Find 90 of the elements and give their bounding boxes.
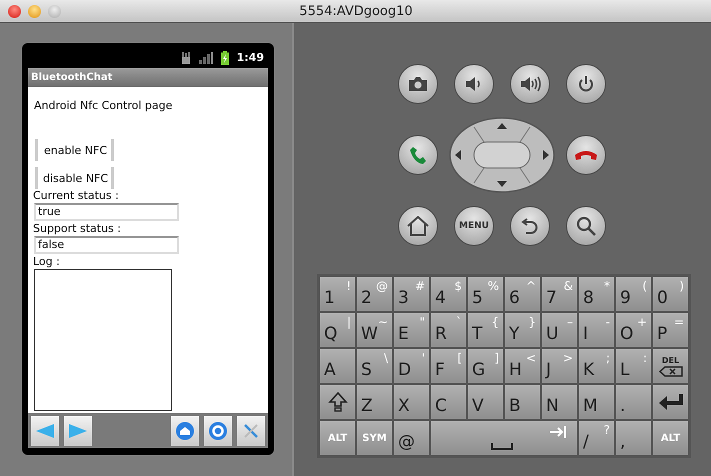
phone-handset-icon bbox=[408, 145, 428, 165]
app-title: BluetoothChat bbox=[31, 72, 112, 83]
tab-icon bbox=[549, 426, 567, 438]
keyboard-key[interactable]: 1 ! bbox=[319, 276, 356, 312]
keyboard-key[interactable]: J > bbox=[541, 348, 578, 384]
search-button[interactable] bbox=[566, 206, 606, 246]
keyboard-key[interactable] bbox=[652, 384, 689, 420]
keyboard-key[interactable]: 7 & bbox=[541, 276, 578, 312]
keyboard-key[interactable]: P = bbox=[652, 312, 689, 348]
home-icon bbox=[407, 216, 429, 236]
keyboard-key[interactable]: U – bbox=[541, 312, 578, 348]
call-button[interactable] bbox=[398, 135, 438, 175]
keyboard-key[interactable]: 9 ( bbox=[615, 276, 652, 312]
keyboard-key[interactable]: C bbox=[430, 384, 467, 420]
status-field[interactable]: true bbox=[34, 203, 179, 221]
keyboard-key[interactable]: N bbox=[541, 384, 578, 420]
backspace-icon bbox=[658, 366, 682, 376]
keyboard-key[interactable]: B bbox=[504, 384, 541, 420]
keyboard-key[interactable]: X bbox=[393, 384, 430, 420]
keyboard-key[interactable]: R ` bbox=[430, 312, 467, 348]
dpad[interactable] bbox=[449, 117, 555, 193]
keyboard-key[interactable] bbox=[319, 384, 356, 420]
keyboard-key[interactable]: Q | bbox=[319, 312, 356, 348]
keyboard-key[interactable]: G ] bbox=[467, 348, 504, 384]
field-label: Support status : bbox=[33, 222, 121, 235]
shift-icon bbox=[328, 392, 348, 412]
keyboard-key[interactable]: T { bbox=[467, 312, 504, 348]
keyboard-key[interactable]: 3 # bbox=[393, 276, 430, 312]
keyboard-key[interactable]: DEL bbox=[652, 348, 689, 384]
volume-down-button[interactable] bbox=[454, 64, 494, 104]
keyboard-key[interactable]: . bbox=[615, 384, 652, 420]
power-icon bbox=[577, 75, 595, 93]
keyboard-key[interactable]: H < bbox=[504, 348, 541, 384]
keyboard-key[interactable]: / ? bbox=[578, 420, 615, 456]
signal-icon bbox=[198, 52, 213, 64]
nfc-button[interactable]: enable NFC bbox=[35, 139, 114, 161]
tools-icon bbox=[242, 422, 260, 440]
keyboard-key[interactable]: F [ bbox=[430, 348, 467, 384]
keyboard-key[interactable]: V bbox=[467, 384, 504, 420]
keyboard-key[interactable]: 5 % bbox=[467, 276, 504, 312]
back-button[interactable] bbox=[510, 206, 550, 246]
camera-icon bbox=[408, 76, 428, 92]
right-triangle-icon bbox=[68, 422, 88, 438]
refresh-button[interactable] bbox=[204, 416, 232, 446]
space-icon bbox=[491, 443, 513, 450]
keyboard-key[interactable]: D ' bbox=[393, 348, 430, 384]
keyboard-key[interactable]: A bbox=[319, 348, 356, 384]
window-title: 5554:AVDgoog10 bbox=[298, 4, 414, 18]
keyboard-key[interactable]: E " bbox=[393, 312, 430, 348]
tools-button[interactable] bbox=[237, 416, 265, 446]
clock: 1:49 bbox=[236, 51, 264, 64]
status-field[interactable]: false bbox=[34, 236, 179, 254]
search-icon bbox=[576, 216, 596, 236]
field-label: Current status : bbox=[33, 189, 119, 202]
keyboard-key[interactable]: K ; bbox=[578, 348, 615, 384]
keyboard-key[interactable]: Y } bbox=[504, 312, 541, 348]
loud-speaker-icon bbox=[519, 75, 541, 93]
keyboard-key[interactable]: M bbox=[578, 384, 615, 420]
power-button[interactable] bbox=[566, 64, 606, 104]
keyboard-key[interactable]: 6 ^ bbox=[504, 276, 541, 312]
menu-button[interactable]: MENU bbox=[454, 206, 494, 246]
keyboard-key[interactable] bbox=[430, 420, 578, 456]
keyboard-key[interactable]: 0 ) bbox=[652, 276, 689, 312]
keyboard-key[interactable]: I - bbox=[578, 312, 615, 348]
phone-handset-icon bbox=[574, 148, 598, 162]
back-arrow-icon bbox=[521, 217, 539, 235]
home-icon bbox=[176, 422, 194, 440]
keyboard-key[interactable]: 8 * bbox=[578, 276, 615, 312]
close-button[interactable] bbox=[8, 4, 21, 18]
log-area[interactable] bbox=[34, 269, 172, 411]
home-button[interactable] bbox=[171, 416, 199, 446]
volume-up-button[interactable] bbox=[510, 64, 550, 104]
keyboard-key[interactable]: W ~ bbox=[356, 312, 393, 348]
nfc-button[interactable]: disable NFC bbox=[35, 167, 114, 189]
keyboard-key[interactable]: , bbox=[615, 420, 652, 456]
keyboard-key[interactable]: @ bbox=[393, 420, 430, 456]
log-label: Log : bbox=[33, 255, 60, 268]
end-call-button[interactable] bbox=[566, 135, 606, 175]
keyboard-key[interactable]: 2 @ bbox=[356, 276, 393, 312]
left-triangle-icon bbox=[35, 422, 55, 438]
home-button[interactable] bbox=[398, 206, 438, 246]
camera-button[interactable] bbox=[398, 64, 438, 104]
keyboard-key[interactable]: O + bbox=[615, 312, 652, 348]
keyboard-key[interactable]: S \ bbox=[356, 348, 393, 384]
keyboard-key[interactable]: L : bbox=[615, 348, 652, 384]
keyboard-key[interactable]: 4 $ bbox=[430, 276, 467, 312]
enter-icon bbox=[658, 393, 684, 411]
page-heading: Android Nfc Control page bbox=[34, 99, 172, 112]
keyboard-key[interactable]: Z bbox=[356, 384, 393, 420]
battery-icon bbox=[220, 50, 229, 64]
